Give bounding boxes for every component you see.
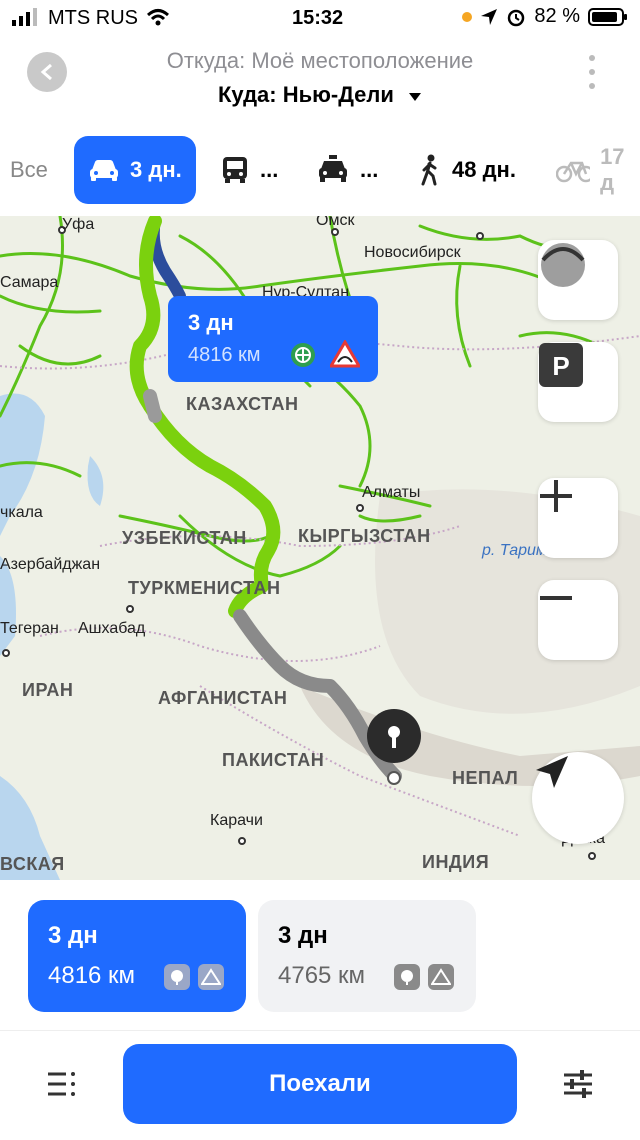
tab-all-label: Все	[10, 157, 48, 182]
country-label-kazakhstan: КАЗАХСТАН	[186, 394, 299, 414]
tab-bike[interactable]: 17 д	[556, 136, 640, 204]
road-warning-icon	[428, 964, 454, 990]
route-card-1[interactable]: 3 дн 4816 км	[28, 900, 246, 1012]
taxi-icon	[319, 155, 347, 182]
country-label-india: ИНДИЯ	[422, 852, 490, 872]
from-field[interactable]: Откуда: Моё местоположение	[0, 48, 640, 74]
parking-button[interactable]: P	[538, 342, 618, 422]
to-field-label: Куда: Нью-Дели	[217, 82, 394, 107]
tab-all[interactable]: Все	[10, 136, 48, 204]
country-label-iran: ИРАН	[22, 680, 74, 700]
country-label-nepal: НЕПАЛ	[452, 768, 519, 788]
layers-icon	[541, 243, 585, 287]
city-label-omsk: Омск	[316, 216, 355, 229]
signal-icon	[12, 8, 37, 26]
status-bar: MTS RUS 15:32 82 %	[0, 0, 640, 36]
destination-pin-icon[interactable]	[367, 709, 421, 785]
location-arrow-icon	[481, 8, 498, 25]
tab-bike-label: 17 д	[600, 144, 625, 195]
settings-sliders-icon[interactable]	[562, 1069, 594, 1099]
to-field[interactable]: Куда: Нью-Дели	[0, 82, 640, 108]
region-label-azerbaijan: Азербайджан	[0, 556, 101, 573]
plus-icon	[540, 480, 572, 512]
car-icon	[90, 160, 118, 181]
walk-icon	[421, 154, 437, 186]
tab-car-label: 3 дн.	[130, 157, 182, 182]
minus-icon	[540, 596, 572, 600]
more-vertical-icon[interactable]	[584, 52, 600, 92]
road-warning-icon	[198, 964, 224, 990]
country-label-afghanistan: АФГАНИСТАН	[158, 688, 288, 708]
tab-walk-label: 48 дн.	[452, 157, 516, 182]
battery-percent: 82 %	[534, 5, 580, 27]
toll-icon	[394, 964, 420, 990]
parking-icon: P	[539, 343, 583, 387]
zoom-in-button[interactable]	[538, 478, 618, 558]
tab-bus[interactable]: ...	[220, 136, 278, 204]
tab-taxi[interactable]: ...	[316, 136, 378, 204]
battery-icon	[588, 7, 627, 26]
callout-duration: 3 дн	[188, 310, 234, 335]
route-options: 3 дн 4816 км 3 дн 4765 км	[0, 880, 640, 1030]
toll-icon	[164, 964, 190, 990]
city-label-novosibirsk: Новосибирск	[364, 244, 461, 261]
chevron-down-icon	[409, 93, 422, 101]
route-duration: 3 дн	[48, 922, 98, 949]
toll-road-icon	[291, 343, 315, 367]
transport-tabs: Все 3 дн. ... ... 48 дн. 17 д	[0, 136, 640, 216]
layers-button[interactable]	[538, 240, 618, 320]
route-card-2[interactable]: 3 дн 4765 км	[258, 900, 476, 1012]
bus-icon	[223, 157, 247, 183]
navigation-arrow-icon	[536, 756, 568, 788]
country-label-turkmenistan: ТУРКМЕНИСТАН	[128, 578, 281, 598]
svg-text:P: P	[552, 351, 569, 381]
route-callout[interactable]: 3 дн 4816 км	[168, 296, 378, 382]
tab-car[interactable]: 3 дн.	[74, 136, 196, 204]
city-label-chkala: чкала	[0, 504, 43, 521]
country-label-kyrgyzstan: КЫРГЫЗСТАН	[298, 526, 431, 546]
clock-time: 15:32	[292, 7, 344, 29]
city-label-karachi: Карачи	[210, 812, 263, 829]
tab-walk[interactable]: 48 дн.	[418, 136, 516, 204]
go-button[interactable]: Поехали	[123, 1044, 517, 1124]
tab-taxi-label: ...	[360, 157, 379, 182]
zoom-out-button[interactable]	[538, 580, 618, 660]
route-distance: 4816 км	[48, 962, 136, 989]
bike-icon	[556, 161, 591, 183]
my-location-button[interactable]	[532, 752, 624, 844]
list-icon[interactable]	[46, 1071, 76, 1097]
river-label-tarim: р. Тарим	[482, 542, 547, 559]
map-view[interactable]: Уфа Самара Омск Новосибирск Нур-Султан А…	[0, 216, 640, 880]
recording-dot-icon	[462, 11, 473, 22]
alarm-icon	[508, 9, 525, 26]
city-label-tehran: Тегеран	[0, 620, 59, 637]
road-warning-icon	[330, 340, 360, 368]
city-label-ashgabat: Ашхабад	[78, 620, 146, 637]
route-duration: 3 дн	[278, 922, 328, 949]
country-label-vskaya: ВСКАЯ	[0, 854, 65, 874]
city-label-ufa: Уфа	[62, 216, 95, 233]
tab-bus-label: ...	[260, 157, 279, 182]
country-label-pakistan: ПАКИСТАН	[222, 750, 325, 770]
country-label-uzbekistan: УЗБЕКИСТАН	[122, 528, 247, 548]
route-distance: 4765 км	[278, 962, 366, 989]
city-label-almaty: Алматы	[362, 484, 421, 501]
wifi-icon	[146, 9, 170, 26]
bottom-action-bar: Поехали	[0, 1030, 640, 1140]
callout-distance: 4816 км	[188, 344, 261, 366]
carrier-label: MTS RUS	[48, 7, 138, 29]
route-header: Откуда: Моё местоположение Куда: Нью-Дел…	[0, 36, 640, 136]
city-label-samara: Самара	[0, 274, 59, 291]
